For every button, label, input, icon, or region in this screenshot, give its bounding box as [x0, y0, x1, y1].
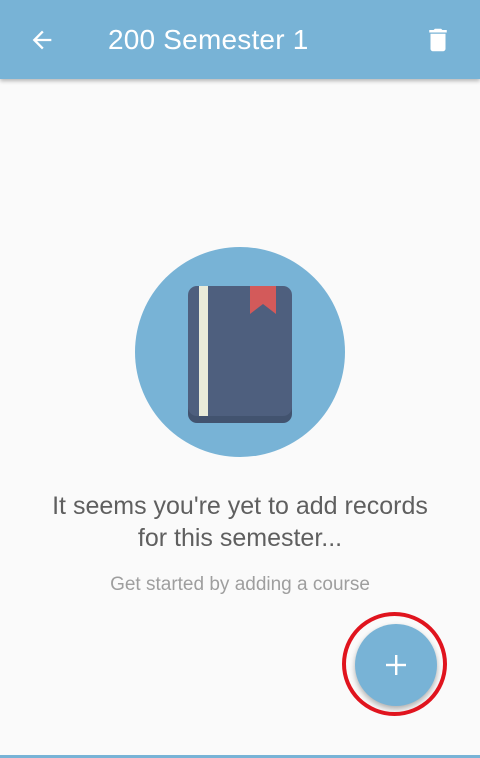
plus-icon [386, 655, 406, 675]
empty-state-message: It seems you're yet to add records for t… [0, 490, 480, 554]
toolbar: 200 Semester 1 [0, 0, 480, 79]
empty-state-hint: Get started by adding a course [110, 574, 370, 595]
delete-button[interactable] [416, 18, 460, 62]
empty-state-illustration [135, 247, 345, 457]
trash-icon [429, 28, 447, 52]
empty-state-message-line2: for this semester... [137, 524, 343, 552]
add-course-button[interactable] [355, 624, 437, 706]
book-icon [135, 247, 345, 457]
back-button[interactable] [20, 18, 64, 62]
app-screen: 200 Semester 1 It seems you're yet to ad… [0, 0, 480, 758]
empty-state-message-line1: It seems you're yet to add records [52, 492, 428, 520]
page-title: 200 Semester 1 [108, 24, 309, 55]
arrow-left-icon [32, 30, 52, 50]
